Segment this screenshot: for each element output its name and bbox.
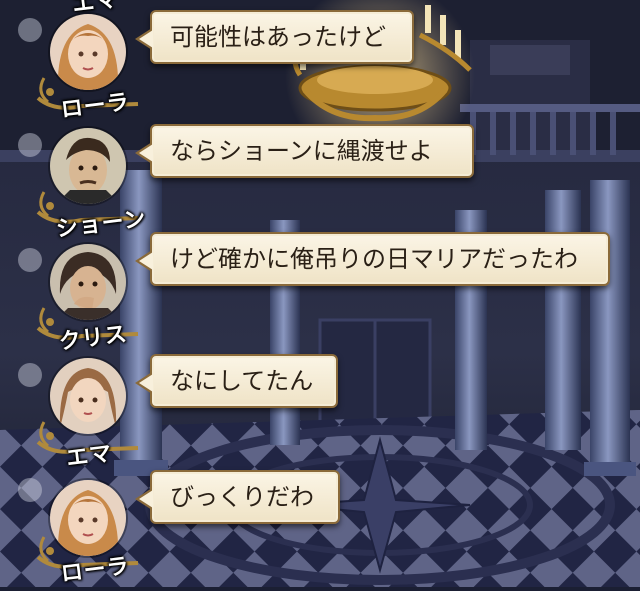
message-bubble: ならショーンに縄渡せよ: [135, 124, 474, 178]
laura-portrait[interactable]: [50, 480, 126, 556]
message-text: なにしてたん: [170, 367, 314, 395]
message-text: ならショーンに縄渡せよ: [170, 137, 433, 165]
message-text: 可能性はあったけど: [170, 23, 386, 51]
laura-portrait[interactable]: [50, 14, 126, 90]
message-bubble: なにしてたん: [135, 354, 338, 408]
message-text: びっくりだわ: [170, 483, 314, 511]
chris-portrait[interactable]: [50, 244, 126, 320]
emma-portrait[interactable]: [50, 358, 126, 434]
message-text: けど確かに俺吊りの日マリアだったわ: [170, 245, 578, 273]
sean-portrait[interactable]: [50, 128, 126, 204]
message-bubble: 可能性はあったけど: [135, 10, 414, 64]
message-bubble: けど確かに俺吊りの日マリアだったわ: [135, 232, 610, 286]
message-bubble: びっくりだわ: [135, 470, 340, 524]
